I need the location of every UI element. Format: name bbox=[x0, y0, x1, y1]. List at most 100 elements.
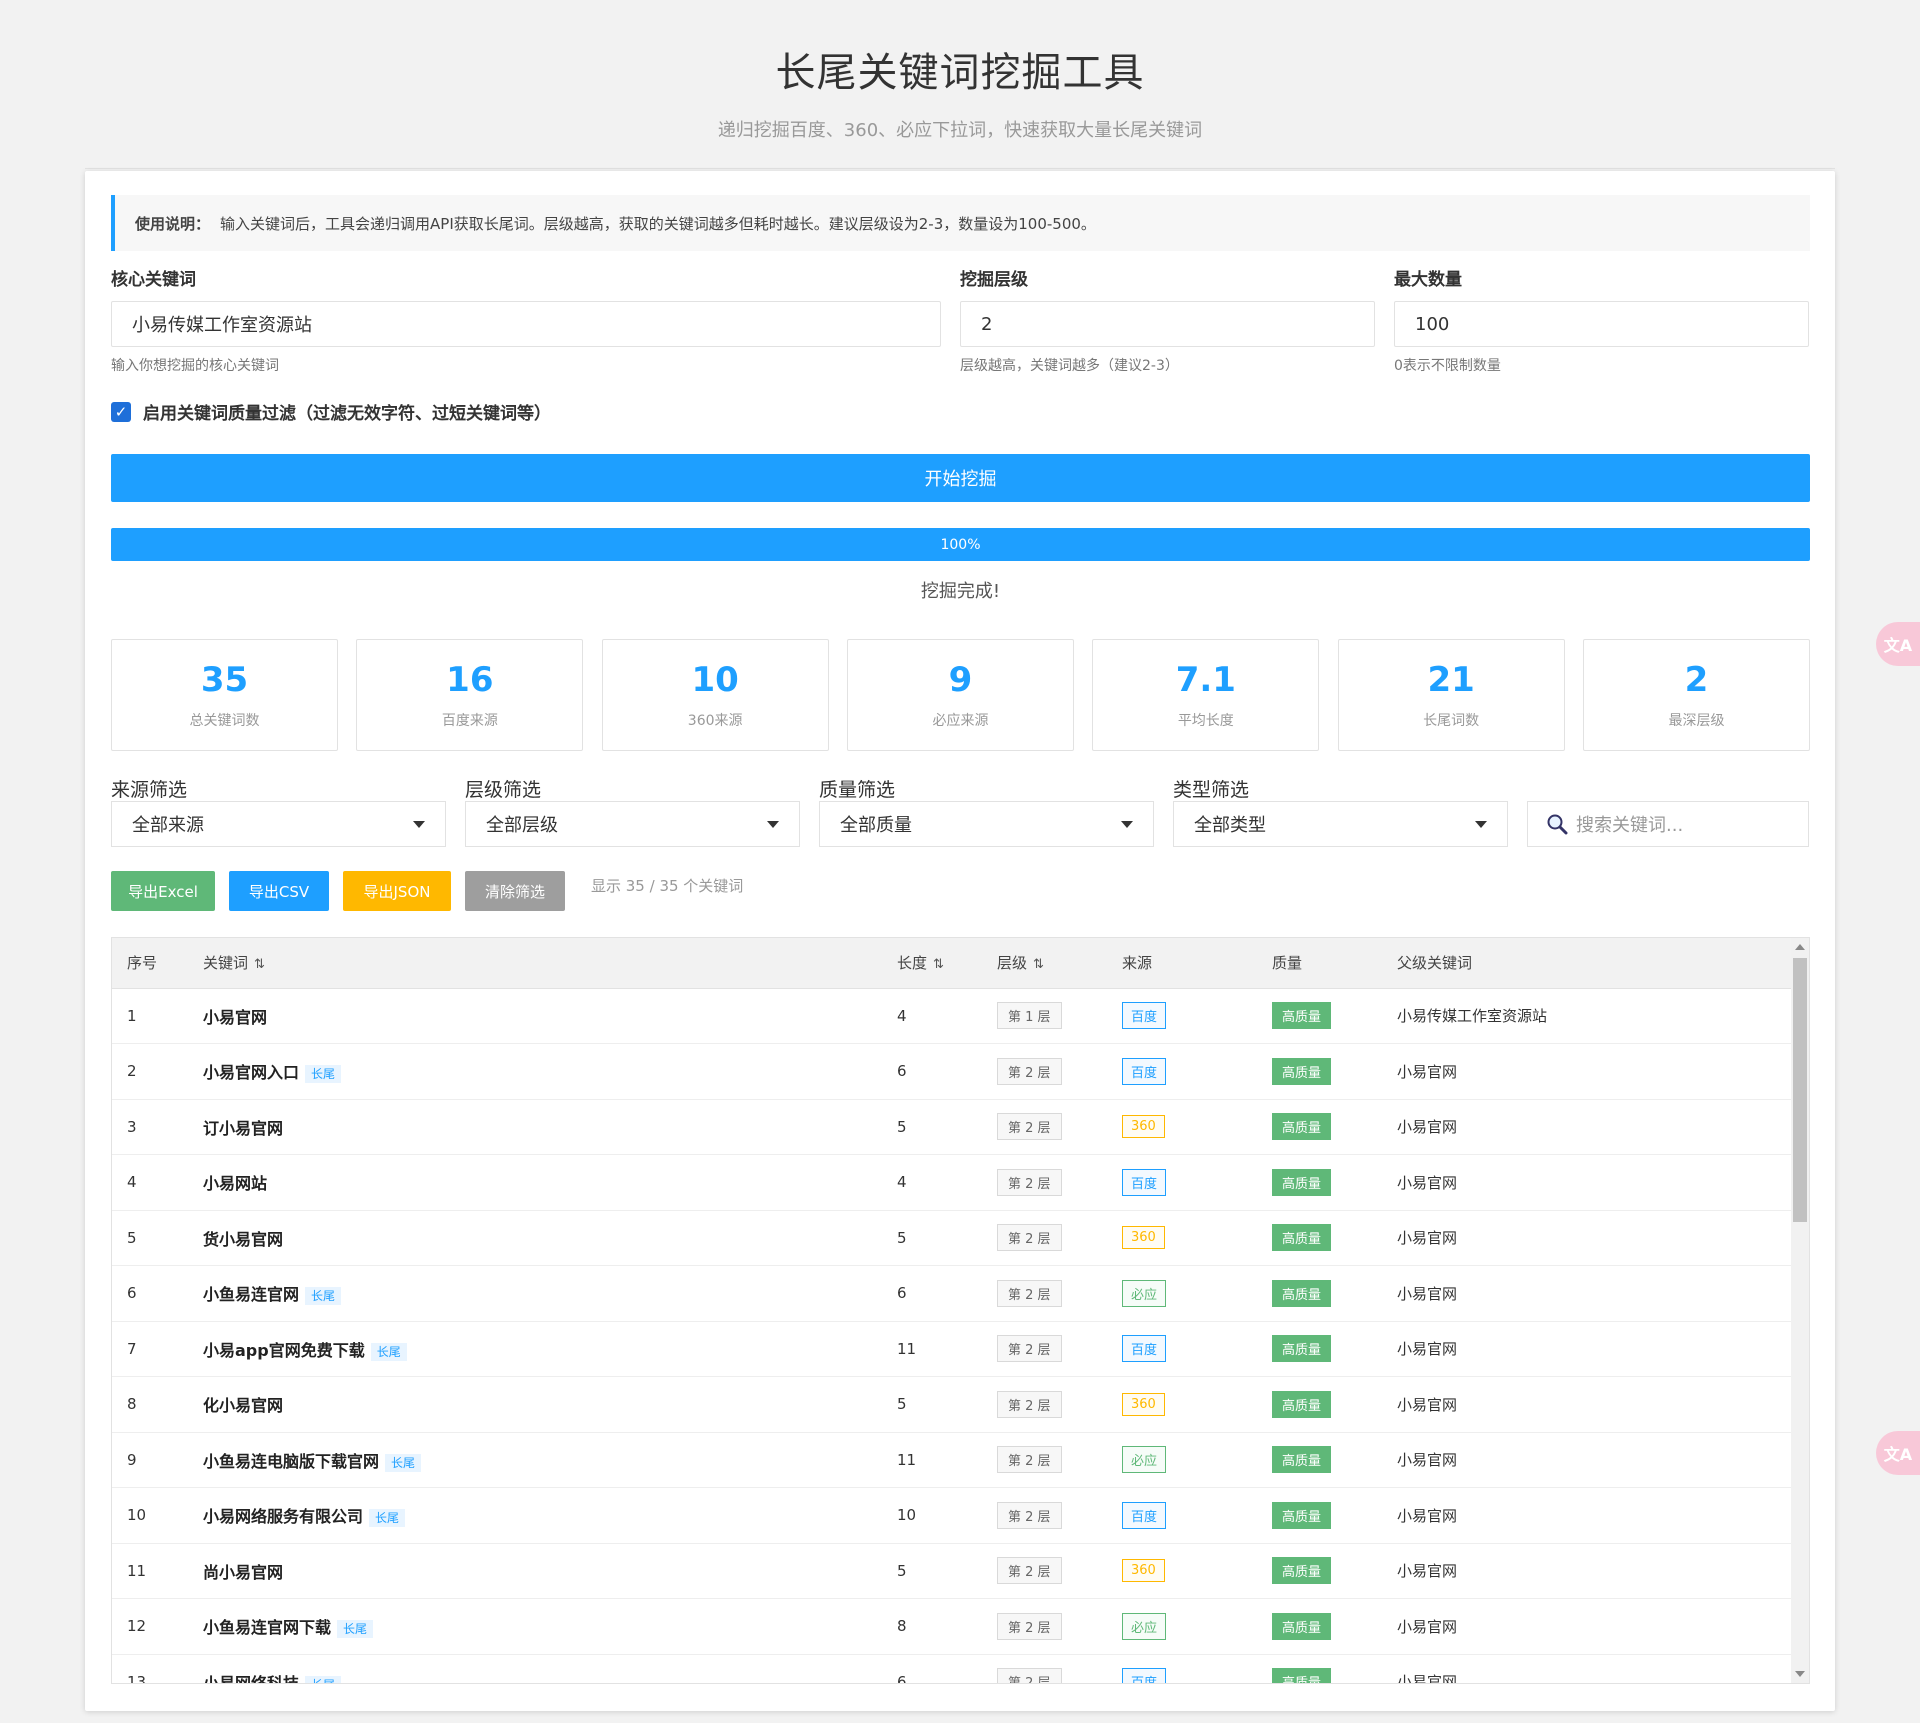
stat-label: 总关键词数 bbox=[189, 713, 260, 729]
stat-label: 360来源 bbox=[687, 713, 743, 729]
row-source: 必应 bbox=[1107, 1598, 1257, 1655]
col-level[interactable]: 层级 ⇅ bbox=[982, 938, 1107, 989]
row-source: 必应 bbox=[1107, 1432, 1257, 1488]
table-row: 13小易网络科技长尾6第 2 层百度高质量小易官网 bbox=[112, 1654, 1792, 1684]
clear-filter-button[interactable]: 清除筛选 bbox=[465, 871, 565, 911]
search-input[interactable]: 搜索关键词... bbox=[1527, 801, 1809, 847]
source-badge: 百度 bbox=[1122, 1501, 1167, 1529]
scroll-thumb[interactable] bbox=[1793, 958, 1807, 1222]
keyword-table-container[interactable]: 序号 关键词 ⇅ 长度 ⇅ 层级 ⇅ 来源 质量 父级关键词 1 小易官网 4 第 1 层百… bbox=[111, 937, 1810, 1684]
scroll-down-arrow-icon[interactable] bbox=[1795, 1671, 1805, 1677]
level-badge: 第 2 层 bbox=[997, 1446, 1062, 1474]
row-quality: 高质量 bbox=[1257, 1654, 1382, 1683]
chevron-down-icon bbox=[767, 820, 779, 828]
row-source: 百度 bbox=[1107, 1154, 1257, 1211]
sort-icon[interactable]: ⇅ bbox=[254, 957, 265, 972]
quality-filter-label[interactable]: 启用关键词质量过滤（过滤无效字符、过短关键词等） bbox=[143, 399, 551, 424]
keyword-text: 小易网络科技 bbox=[203, 1673, 300, 1684]
row-length: 11 bbox=[882, 1432, 982, 1488]
header-divider bbox=[85, 168, 1835, 169]
progress-label: 100% bbox=[940, 536, 981, 553]
level-input[interactable]: 2 bbox=[960, 301, 1375, 347]
stat-value: 9 bbox=[948, 660, 973, 700]
level-badge: 第 2 层 bbox=[997, 1224, 1062, 1252]
export-json-button[interactable]: 导出JSON bbox=[343, 871, 451, 911]
max-input[interactable]: 100 bbox=[1394, 301, 1809, 347]
long-tail-tag: 长尾 bbox=[385, 1453, 422, 1472]
col-length[interactable]: 长度 ⇅ bbox=[882, 938, 982, 989]
row-length: 6 bbox=[882, 1043, 982, 1100]
table-scrollbar[interactable] bbox=[1791, 938, 1809, 1683]
start-mining-button[interactable]: 开始挖掘 bbox=[111, 454, 1810, 502]
stat-total: 35 总关键词数 bbox=[111, 639, 338, 751]
quality-badge: 高质量 bbox=[1272, 1168, 1332, 1196]
table-row: 1 小易官网 4 第 1 层 百度 高质量 小易传媒工作室资源站 bbox=[112, 988, 1792, 1044]
quality-badge: 高质量 bbox=[1272, 1335, 1332, 1363]
row-level: 第 2 层 bbox=[982, 1432, 1107, 1488]
table-header-row: 序号 关键词 ⇅ 长度 ⇅ 层级 ⇅ 来源 质量 父级关键词 bbox=[112, 938, 1792, 989]
row-index: 10 bbox=[112, 1487, 188, 1544]
quality-badge: 高质量 bbox=[1272, 1668, 1332, 1683]
keyword-text: 小易网络服务有限公司 bbox=[203, 1507, 364, 1527]
row-keyword: 小易网络服务有限公司 长尾 bbox=[188, 1487, 882, 1544]
level-hint: 层级越高，关键词越多（建议2-3） bbox=[960, 358, 1179, 374]
row-keyword: 小易app官网免费下载 长尾 bbox=[188, 1321, 882, 1377]
row-parent: 小易官网 bbox=[1382, 1598, 1792, 1655]
row-level: 第 2 层 bbox=[982, 1210, 1107, 1266]
quality-filter-checkbox[interactable]: ✓ bbox=[111, 401, 131, 422]
col-keyword[interactable]: 关键词 ⇅ bbox=[188, 938, 882, 989]
level-selected: 全部层级 bbox=[486, 815, 558, 836]
row-keyword: 订小易官网 bbox=[188, 1099, 882, 1155]
row-quality: 高质量 bbox=[1257, 1099, 1382, 1155]
keyword-text: 小鱼易连官网下载 bbox=[203, 1618, 332, 1638]
row-parent: 小易官网 bbox=[1382, 1099, 1792, 1155]
quality-badge: 高质量 bbox=[1272, 1557, 1332, 1585]
quality-badge: 高质量 bbox=[1272, 1390, 1332, 1418]
table-row: 9 小鱼易连电脑版下载官网 长尾 11 第 2 层必应 高质量 小易官网 bbox=[112, 1432, 1792, 1488]
row-index: 11 bbox=[112, 1543, 188, 1599]
keyword-group: 核心关键词 小易传媒工作室资源站 输入你想挖掘的核心关键词 bbox=[111, 269, 941, 375]
keyword-text: 货小易官网 bbox=[203, 1229, 284, 1249]
row-source: 360 bbox=[1107, 1543, 1257, 1599]
sort-icon[interactable]: ⇅ bbox=[1033, 957, 1044, 972]
row-parent: 小易官网 bbox=[1382, 1487, 1792, 1544]
level-filter: 层级筛选 全部层级 bbox=[465, 779, 800, 847]
source-select[interactable]: 全部来源 bbox=[111, 801, 446, 847]
translate-icon[interactable]: 文A bbox=[1876, 1431, 1920, 1475]
stat-bing: 9 必应来源 bbox=[846, 639, 1074, 751]
row-quality: 高质量 bbox=[1257, 988, 1382, 1044]
row-index: 8 bbox=[112, 1376, 188, 1433]
notice-label: 使用说明： bbox=[135, 214, 211, 233]
quality-badge: 高质量 bbox=[1272, 1224, 1332, 1252]
row-quality: 高质量 bbox=[1257, 1487, 1382, 1544]
stat-baidu: 16 百度来源 bbox=[356, 639, 584, 751]
table-row: 12 小鱼易连官网下载 长尾 8 第 2 层必应 高质量 小易官网 bbox=[112, 1598, 1792, 1655]
sort-icon[interactable]: ⇅ bbox=[933, 957, 944, 972]
page-title: 长尾关键词挖掘工具 bbox=[775, 50, 1145, 96]
type-filter-label: 类型筛选 bbox=[1173, 779, 1250, 801]
scroll-up-arrow-icon[interactable] bbox=[1795, 944, 1805, 950]
translate-glyph: 文A bbox=[1883, 636, 1913, 655]
search-icon bbox=[1547, 814, 1568, 835]
long-tail-tag: 长尾 bbox=[305, 1675, 342, 1683]
type-select[interactable]: 全部类型 bbox=[1173, 801, 1508, 847]
level-filter-label: 层级筛选 bbox=[465, 779, 542, 801]
row-parent: 小易官网 bbox=[1382, 1210, 1792, 1266]
keyword-input[interactable]: 小易传媒工作室资源站 bbox=[111, 301, 941, 347]
row-length: 5 bbox=[882, 1210, 982, 1266]
level-badge: 第 2 层 bbox=[997, 1612, 1062, 1640]
row-index: 2 bbox=[112, 1043, 188, 1100]
export-excel-button[interactable]: 导出Excel bbox=[111, 871, 215, 911]
col-source: 来源 bbox=[1107, 938, 1257, 989]
level-select[interactable]: 全部层级 bbox=[465, 801, 800, 847]
keyword-text: 小易官网入口 bbox=[203, 1063, 300, 1083]
row-index: 1 bbox=[112, 988, 188, 1044]
type-filter: 类型筛选 全部类型 bbox=[1173, 779, 1508, 847]
row-length: 5 bbox=[882, 1543, 982, 1599]
export-csv-button[interactable]: 导出CSV bbox=[229, 871, 329, 911]
quality-select[interactable]: 全部质量 bbox=[819, 801, 1154, 847]
row-level: 第 2 层 bbox=[982, 1598, 1107, 1655]
translate-icon[interactable]: 文A bbox=[1876, 622, 1920, 666]
form-row: 核心关键词 小易传媒工作室资源站 输入你想挖掘的核心关键词 挖掘层级 2 层级越… bbox=[111, 269, 1810, 375]
page-subtitle: 递归挖掘百度、360、必应下拉词，快速获取大量长尾关键词 bbox=[717, 120, 1203, 141]
